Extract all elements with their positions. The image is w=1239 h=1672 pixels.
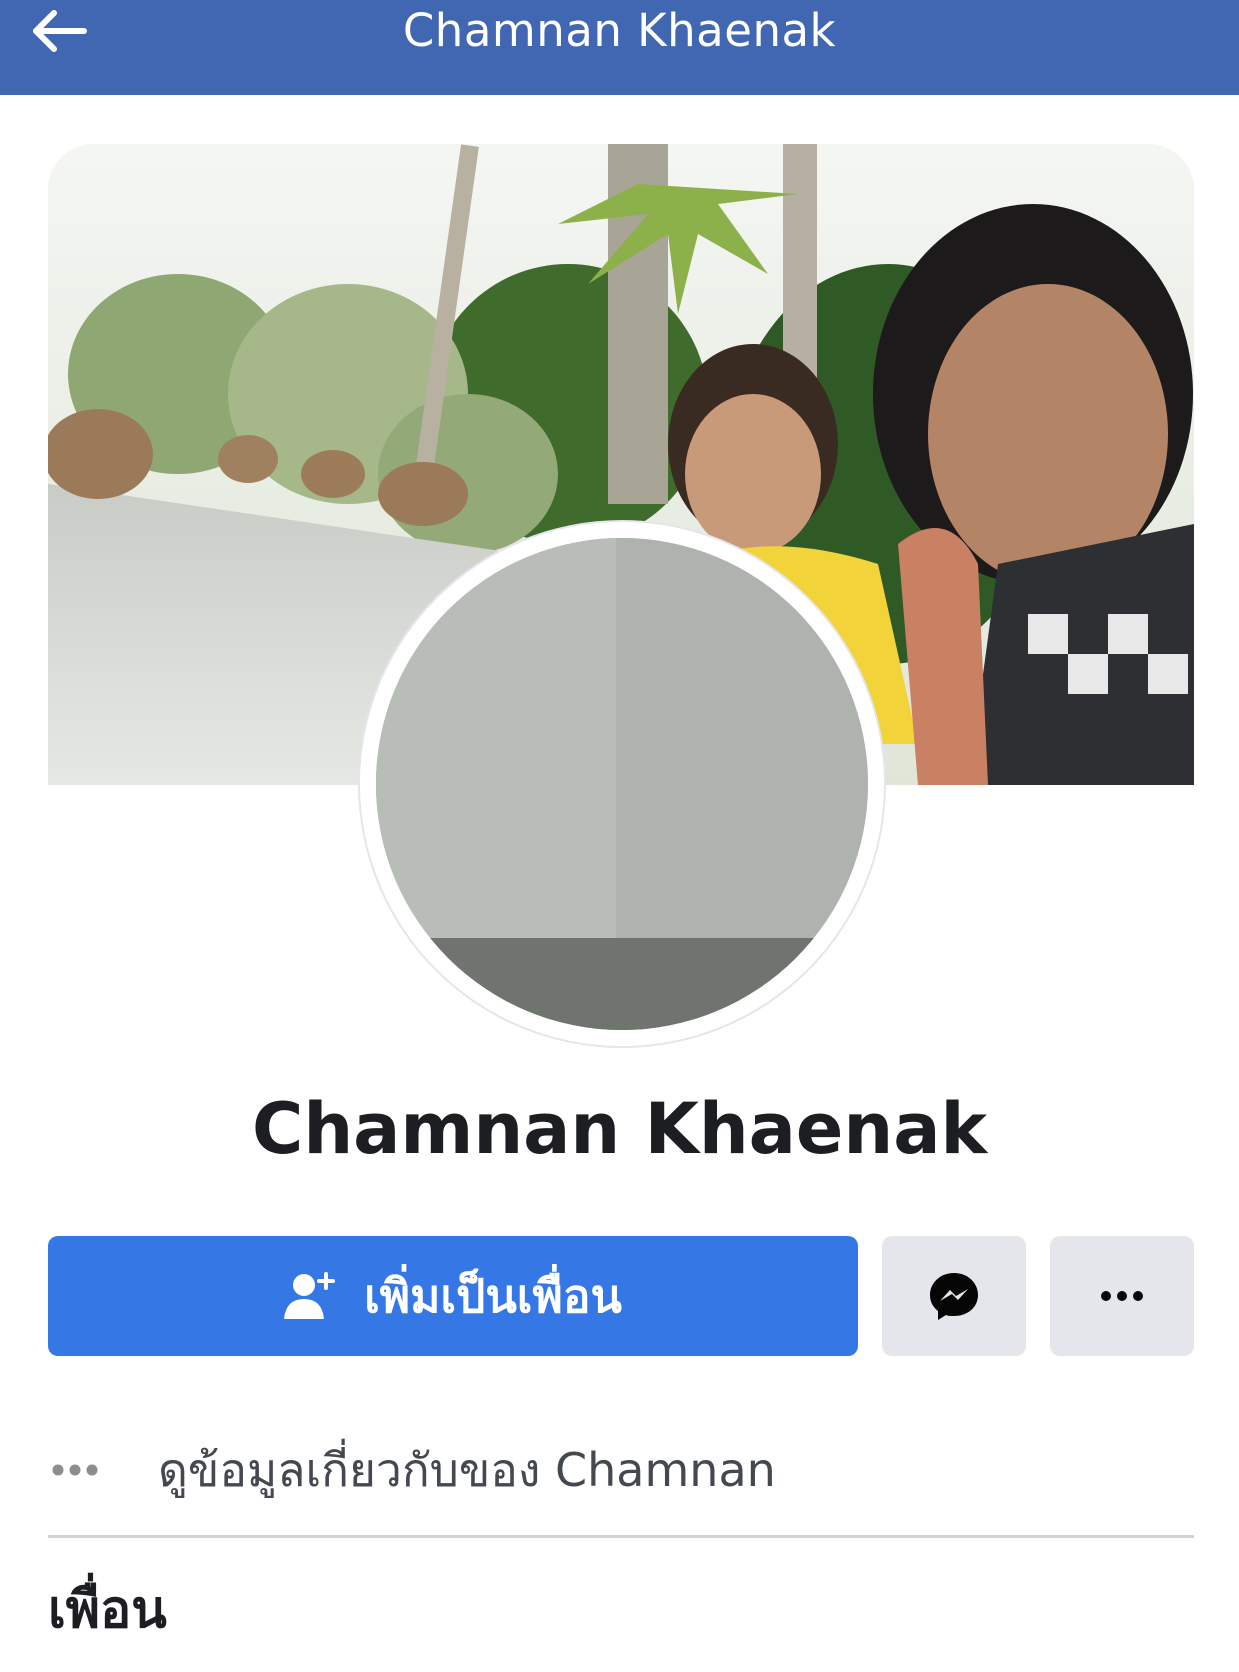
add-friend-label: เพิ่มเป็นเพื่อน: [364, 1269, 622, 1323]
profile-picture-image: [376, 538, 868, 1030]
about-label: ดูข้อมูลเกี่ยวกับของ Chamnan: [158, 1443, 776, 1497]
page-title: Chamnan Khaenak: [402, 4, 837, 57]
profile-page: Chamnan Khaenak Chamnan Khaenak เพิ่มเป็…: [0, 0, 1239, 1672]
profile-name: Chamnan Khaenak: [251, 1088, 988, 1170]
divider: [48, 1535, 1194, 1538]
more-dots-icon: [1101, 1291, 1143, 1301]
add-friend-button[interactable]: เพิ่มเป็นเพื่อน: [48, 1236, 858, 1356]
messenger-icon: [930, 1273, 978, 1320]
more-button[interactable]: [1050, 1236, 1194, 1356]
avatar: [376, 538, 868, 1030]
about-link[interactable]: ดูข้อมูลเกี่ยวกับของ Chamnan: [48, 1428, 1194, 1512]
messenger-button[interactable]: [882, 1236, 1026, 1356]
top-bar: Chamnan Khaenak: [0, 0, 1239, 95]
more-dots-icon: [52, 1464, 98, 1476]
friends-section-title: เพื่อน: [48, 1580, 167, 1640]
add-friend-icon: [284, 1272, 336, 1319]
profile-picture[interactable]: [360, 522, 884, 1046]
